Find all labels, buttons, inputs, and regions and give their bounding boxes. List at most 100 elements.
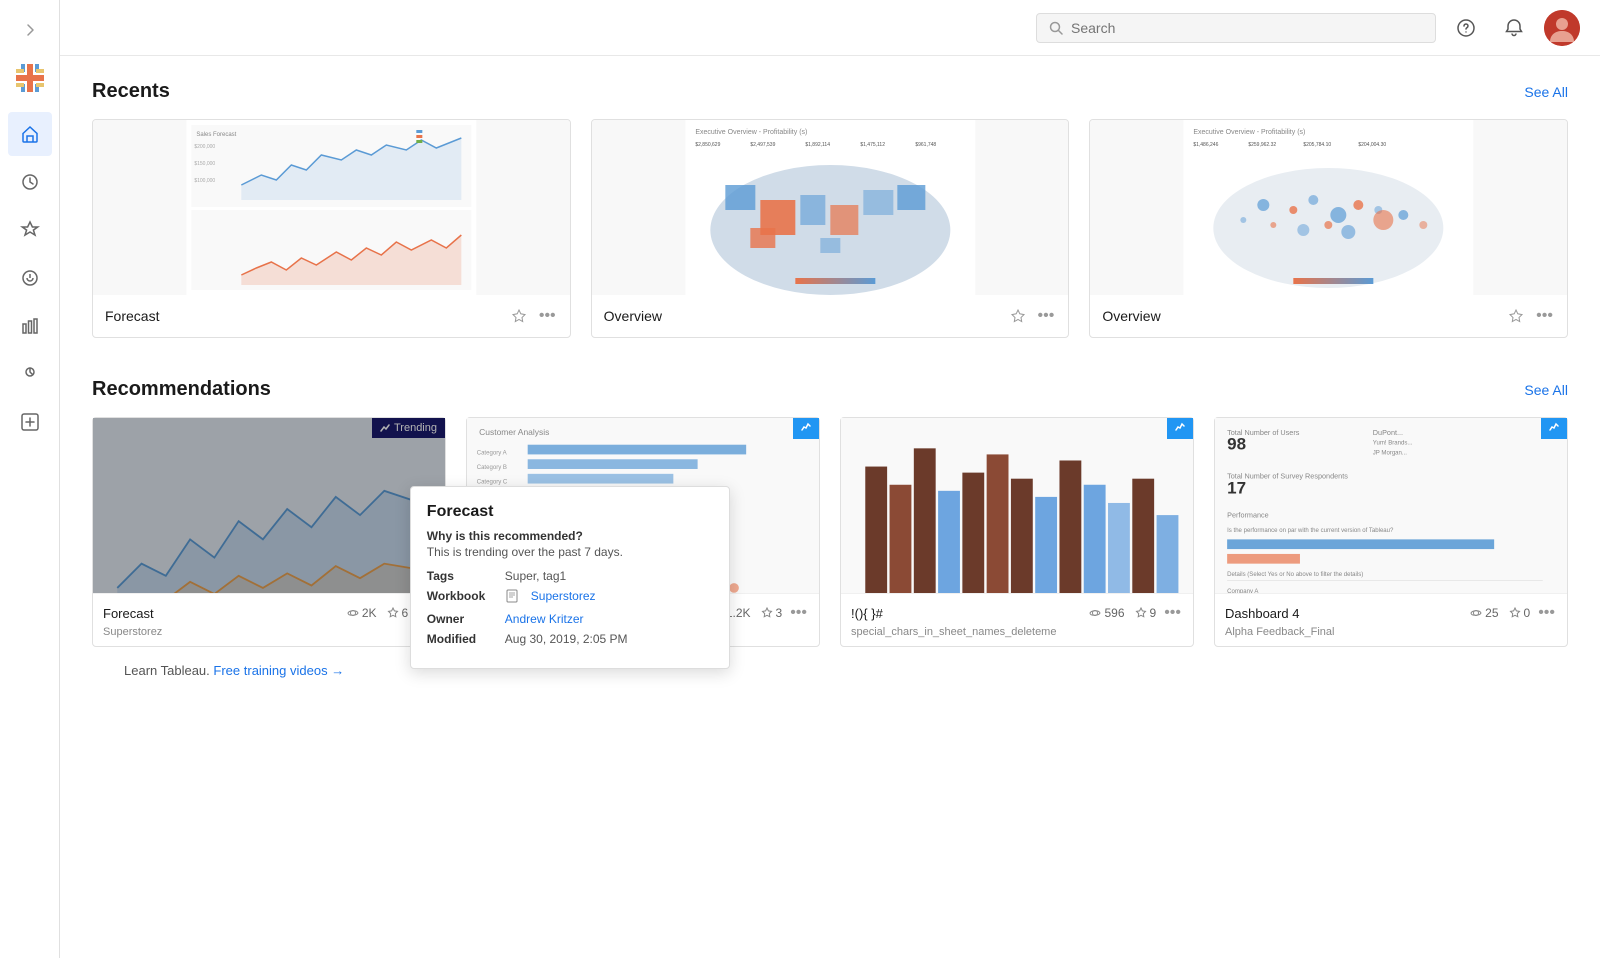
svg-text:Performance: Performance bbox=[1227, 511, 1269, 520]
rec-forecast-footer: Forecast 2K 6 ••• bbox=[93, 593, 445, 646]
forecast-tooltip: Forecast Why is this recommended? This i… bbox=[410, 486, 730, 669]
rec-exclamation-owner: special_chars_in_sheet_names_deleteme bbox=[851, 626, 1183, 638]
svg-text:$1,475,112: $1,475,112 bbox=[860, 142, 885, 148]
overview1-favorite-button[interactable] bbox=[1008, 306, 1028, 326]
tooltip-workbook-link[interactable]: Superstorez bbox=[531, 589, 596, 603]
recommendations-section-header: Recommendations See All bbox=[92, 378, 1568, 401]
overview1-thumbnail: Executive Overview - Profitability (s) $… bbox=[592, 120, 1069, 295]
sidebar-item-home[interactable] bbox=[8, 112, 52, 156]
recommendations-see-all[interactable]: See All bbox=[1524, 382, 1568, 398]
tooltip-modified-value: Aug 30, 2019, 2:05 PM bbox=[505, 632, 628, 646]
recent-card-overview1[interactable]: Executive Overview - Profitability (s) $… bbox=[591, 119, 1070, 338]
forecast-more-button[interactable]: ••• bbox=[537, 305, 558, 327]
recent-card-overview2[interactable]: Executive Overview - Profitability (s) $… bbox=[1089, 119, 1568, 338]
rec-dashboard4-owner: Alpha Feedback_Final bbox=[1225, 626, 1557, 638]
app-logo[interactable] bbox=[12, 60, 48, 96]
user-avatar[interactable] bbox=[1544, 10, 1580, 46]
svg-text:$205,784.10: $205,784.10 bbox=[1304, 142, 1332, 148]
recents-grid: Sales Forecast $200,000 $150,000 $100,00… bbox=[92, 119, 1568, 338]
rec-exclamation-badge bbox=[1167, 418, 1193, 439]
search-bar[interactable] bbox=[1036, 13, 1436, 43]
svg-text:Yum! Brands...: Yum! Brands... bbox=[1373, 441, 1413, 447]
rec-exclamation-title: !(){ }# bbox=[851, 606, 1083, 621]
tooltip-tags-label: Tags bbox=[427, 569, 497, 583]
overview1-footer: Overview ••• bbox=[592, 295, 1069, 337]
svg-text:$1,892,114: $1,892,114 bbox=[805, 142, 830, 148]
tooltip-modified-row: Modified Aug 30, 2019, 2:05 PM bbox=[427, 632, 713, 646]
rec-card-exclamation[interactable]: !(){ }# 596 9 ••• bbox=[840, 417, 1194, 647]
recommendations-title: Recommendations bbox=[92, 378, 271, 401]
rec-forecast-thumbnail: Trending bbox=[93, 418, 445, 593]
svg-text:Customer Analysis: Customer Analysis bbox=[479, 427, 549, 437]
overview2-thumbnail: Executive Overview - Profitability (s) $… bbox=[1090, 120, 1567, 295]
svg-text:Sales Forecast: Sales Forecast bbox=[196, 132, 236, 138]
svg-text:$150,000: $150,000 bbox=[194, 161, 215, 167]
overview2-more-button[interactable]: ••• bbox=[1534, 305, 1555, 327]
rec-customer-more-button[interactable]: ••• bbox=[788, 602, 809, 624]
tooltip-tags-value: Super, tag1 bbox=[505, 569, 566, 583]
tooltip-title: Forecast bbox=[427, 503, 713, 521]
sidebar-item-shared[interactable] bbox=[8, 400, 52, 444]
svg-text:$2,850,629: $2,850,629 bbox=[695, 142, 720, 148]
sidebar-item-analytics[interactable] bbox=[8, 304, 52, 348]
recents-see-all[interactable]: See All bbox=[1524, 84, 1568, 100]
forecast-footer: Forecast ••• bbox=[93, 295, 570, 337]
sidebar-expand-button[interactable] bbox=[8, 8, 52, 52]
sidebar bbox=[0, 0, 60, 958]
svg-text:$1,486,246: $1,486,246 bbox=[1194, 142, 1219, 148]
svg-text:JP Morgan...: JP Morgan... bbox=[1373, 450, 1407, 456]
sidebar-item-recents[interactable] bbox=[8, 160, 52, 204]
recommendations-grid: Trending Forecast bbox=[92, 417, 1568, 647]
tooltip-why-desc: This is trending over the past 7 days. bbox=[427, 545, 713, 559]
recent-card-forecast[interactable]: Sales Forecast $200,000 $150,000 $100,00… bbox=[92, 119, 571, 338]
svg-text:Category B: Category B bbox=[477, 465, 507, 471]
tooltip-modified-label: Modified bbox=[427, 632, 497, 646]
notifications-button[interactable] bbox=[1496, 10, 1532, 46]
overview2-card-title: Overview bbox=[1102, 308, 1500, 324]
svg-text:Details (Select Yes or No abov: Details (Select Yes or No above to filte… bbox=[1227, 572, 1363, 578]
overview2-favorite-button[interactable] bbox=[1506, 306, 1526, 326]
search-input[interactable] bbox=[1071, 20, 1423, 36]
rec-exclamation-thumbnail bbox=[841, 418, 1193, 593]
svg-text:Executive Overview - Profitabi: Executive Overview - Profitability (s) bbox=[695, 129, 807, 136]
sidebar-item-favorites[interactable] bbox=[8, 208, 52, 252]
training-videos-link[interactable]: Free training videos → bbox=[213, 663, 344, 678]
svg-text:$961,748: $961,748 bbox=[915, 142, 936, 148]
rec-chart-badge bbox=[793, 418, 819, 439]
learn-text: Learn Tableau. bbox=[124, 663, 210, 678]
tooltip-owner-row: Owner Andrew Kritzer bbox=[427, 612, 713, 626]
sidebar-item-history[interactable] bbox=[8, 256, 52, 300]
overview1-more-button[interactable]: ••• bbox=[1036, 305, 1057, 327]
rec-forecast-views: 2K bbox=[347, 606, 377, 620]
rec-card-dashboard4[interactable]: Total Number of Users 98 DuPont... Yum! … bbox=[1214, 417, 1568, 647]
tooltip-owner-link[interactable]: Andrew Kritzer bbox=[505, 612, 584, 626]
rec-exclamation-footer: !(){ }# 596 9 ••• bbox=[841, 593, 1193, 646]
svg-text:Executive Overview - Profitabi: Executive Overview - Profitability (s) bbox=[1194, 129, 1306, 136]
svg-text:$204,004.30: $204,004.30 bbox=[1359, 142, 1387, 148]
svg-text:Company A: Company A bbox=[1227, 589, 1259, 593]
svg-text:Is the performance on par with: Is the performance on par with the curre… bbox=[1227, 528, 1394, 534]
sidebar-item-recommendations[interactable] bbox=[8, 352, 52, 396]
rec-dashboard4-title: Dashboard 4 bbox=[1225, 606, 1464, 621]
tooltip-tags-row: Tags Super, tag1 bbox=[427, 569, 713, 583]
rec-card-forecast[interactable]: Trending Forecast bbox=[92, 417, 446, 647]
svg-text:$200,000: $200,000 bbox=[194, 144, 215, 150]
rec-dashboard4-more-button[interactable]: ••• bbox=[1536, 602, 1557, 624]
svg-text:$2,497,539: $2,497,539 bbox=[750, 142, 775, 148]
forecast-actions: ••• bbox=[509, 305, 558, 327]
trending-icon bbox=[380, 423, 390, 433]
svg-text:Category A: Category A bbox=[477, 450, 508, 456]
svg-text:98: 98 bbox=[1227, 435, 1246, 454]
recents-title: Recents bbox=[92, 80, 170, 103]
rec-dashboard4-thumbnail: Total Number of Users 98 DuPont... Yum! … bbox=[1215, 418, 1567, 593]
main-content: Recents See All Sales Forecast $200,000 … bbox=[60, 0, 1600, 958]
forecast-favorite-button[interactable] bbox=[509, 306, 529, 326]
tooltip-owner-label: Owner bbox=[427, 612, 497, 626]
search-icon bbox=[1049, 21, 1063, 35]
header bbox=[60, 0, 1600, 56]
svg-text:$259,962.32: $259,962.32 bbox=[1249, 142, 1277, 148]
rec-exclamation-more-button[interactable]: ••• bbox=[1162, 602, 1183, 624]
help-button[interactable] bbox=[1448, 10, 1484, 46]
learn-bar: Learn Tableau. Free training videos → bbox=[92, 647, 1568, 694]
workbook-icon bbox=[505, 589, 519, 606]
